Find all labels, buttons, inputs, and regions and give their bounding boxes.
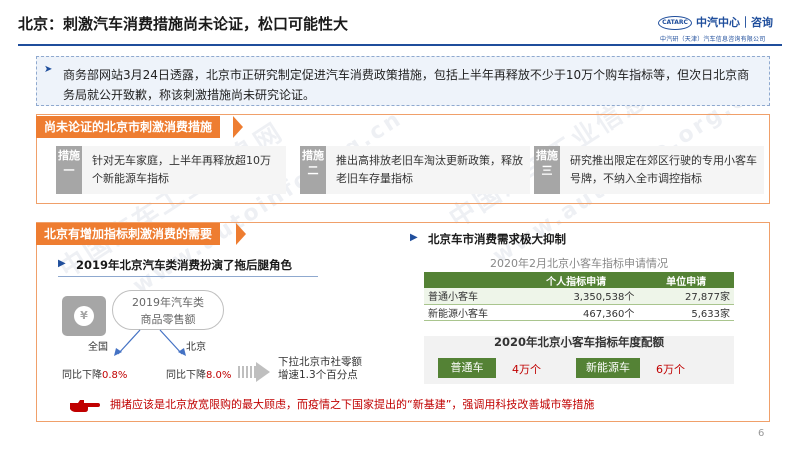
pointing-hand-icon <box>70 400 100 412</box>
row-type: 普通小客车 <box>424 288 514 305</box>
impact-line1: 下拉北京市社零额 <box>278 356 362 368</box>
catarc-logo-icon: CATARC <box>658 16 692 30</box>
beijing-change-prefix: 同比下降 <box>166 370 206 381</box>
annual-quota-title: 2020年北京小客车指标年度配额 <box>493 335 664 349</box>
brand-logo: CATARC 中汽中心｜咨询 中汽研（天津）汽车信息咨询有限公司 <box>658 14 790 46</box>
row-personal: 467,360个 <box>514 304 639 321</box>
demand-tag: 北京有增加指标刺激消费的需要 <box>36 223 221 245</box>
page-number: 6 <box>758 428 765 439</box>
tag-arrow-icon-2 <box>236 223 246 245</box>
measure-text-2: 推出高排放老旧车淘汰更新政策，释放老旧车存量指标 <box>336 154 523 185</box>
measure-text-3: 研究推出限定在郊区行驶的专用小客车号牌，不纳入全市调控指标 <box>570 154 757 185</box>
impact-text: 下拉北京市社零额 增速1.3个百分点 <box>278 356 362 382</box>
retail-label-line1: 2019年汽车类 <box>132 296 204 309</box>
beijing-change: 同比下降8.0% <box>166 366 231 381</box>
table-header-personal: 个人指标申请 <box>514 272 639 288</box>
striped-arrow-stem <box>238 366 256 378</box>
yuan-icon: ¥ <box>74 306 94 326</box>
national-change-prefix: 同比下降 <box>62 370 102 381</box>
measure-badge-2: 措施二 <box>300 146 326 194</box>
play-triangle-icon-2: ▶ <box>410 232 418 243</box>
play-triangle-icon: ▶ <box>58 258 66 269</box>
national-label: 全国 <box>88 342 108 353</box>
bullet-arrow-icon: ➤ <box>44 64 53 75</box>
beijing-change-value: 8.0% <box>206 370 232 381</box>
header-divider <box>18 44 782 46</box>
brand-subtitle: 中汽研（天津）汽车信息咨询有限公司 <box>660 36 766 43</box>
row-type: 新能源小客车 <box>424 304 514 321</box>
national-change-value: 0.8% <box>102 370 128 381</box>
measure-item-2: 措施二 推出高排放老旧车淘汰更新政策，释放老旧车存量指标 <box>300 146 530 194</box>
quota-label-nev: 新能源车 <box>576 358 640 378</box>
quota-label-regular: 普通车 <box>438 358 496 378</box>
retail-sales-label: 2019年汽车类 商品零售额 <box>112 290 224 330</box>
table-row: 新能源小客车 467,360个 5,633家 <box>424 304 734 321</box>
measure-badge-1: 措施一 <box>56 146 82 194</box>
table-header-row: 个人指标申请 单位申请 <box>424 272 734 288</box>
subheading-underline <box>58 276 318 277</box>
row-personal: 3,350,538个 <box>514 288 639 305</box>
measure-item-3: 措施三 研究推出限定在郊区行驶的专用小客车号牌，不纳入全市调控指标 <box>534 146 764 194</box>
impact-line2: 增速1.3个百分点 <box>278 369 358 381</box>
row-unit: 27,877家 <box>638 288 734 305</box>
quota-applications-table: 个人指标申请 单位申请 普通小客车 3,350,538个 27,877家 新能源… <box>424 272 734 321</box>
quota-value-nev: 6万个 <box>656 363 685 376</box>
intro-text: 商务部网站3月24日透露，北京市正研究制定促进汽车消费政策措施，包括上半年再释放… <box>63 68 750 102</box>
measure-badge-3: 措施三 <box>534 146 560 194</box>
demand-subheading: 北京车市消费需求极大抑制 <box>428 232 566 246</box>
intro-box: 商务部网站3月24日透露，北京市正研究制定促进汽车消费政策措施，包括上半年再释放… <box>36 56 770 106</box>
brand-name: 中汽中心｜咨询 <box>696 16 773 29</box>
retail-label-line2: 商品零售额 <box>140 313 196 326</box>
table-caption: 2020年2月北京小客车指标申请情况 <box>490 257 668 270</box>
bottom-note: 拥堵应该是北京放宽限购的最大顾虑，而疫情之下国家提出的“新基建”，强调用科技改善… <box>110 398 595 411</box>
measure-item-1: 措施一 针对无车家庭，上半年再释放超10万个新能源车指标 <box>56 146 286 194</box>
table-header-unit: 单位申请 <box>638 272 734 288</box>
table-row: 普通小客车 3,350,538个 27,877家 <box>424 288 734 305</box>
table-header-type <box>424 272 514 288</box>
retail-subheading: 2019年北京汽车类消费扮演了拖后腿角色 <box>76 258 293 272</box>
beijing-label: 北京 <box>186 342 206 353</box>
measure-text-1: 针对无车家庭，上半年再释放超10万个新能源车指标 <box>92 154 271 185</box>
national-change: 同比下降0.8% <box>62 366 127 381</box>
row-unit: 5,633家 <box>638 304 734 321</box>
measures-tag: 尚未论证的北京市刺激消费措施 <box>36 116 221 138</box>
right-arrow-icon <box>256 362 270 382</box>
quota-value-regular: 4万个 <box>512 363 541 376</box>
page-title: 北京：刺激汽车消费措施尚未论证，松口可能性大 <box>18 15 349 33</box>
tag-arrow-icon <box>233 116 243 138</box>
